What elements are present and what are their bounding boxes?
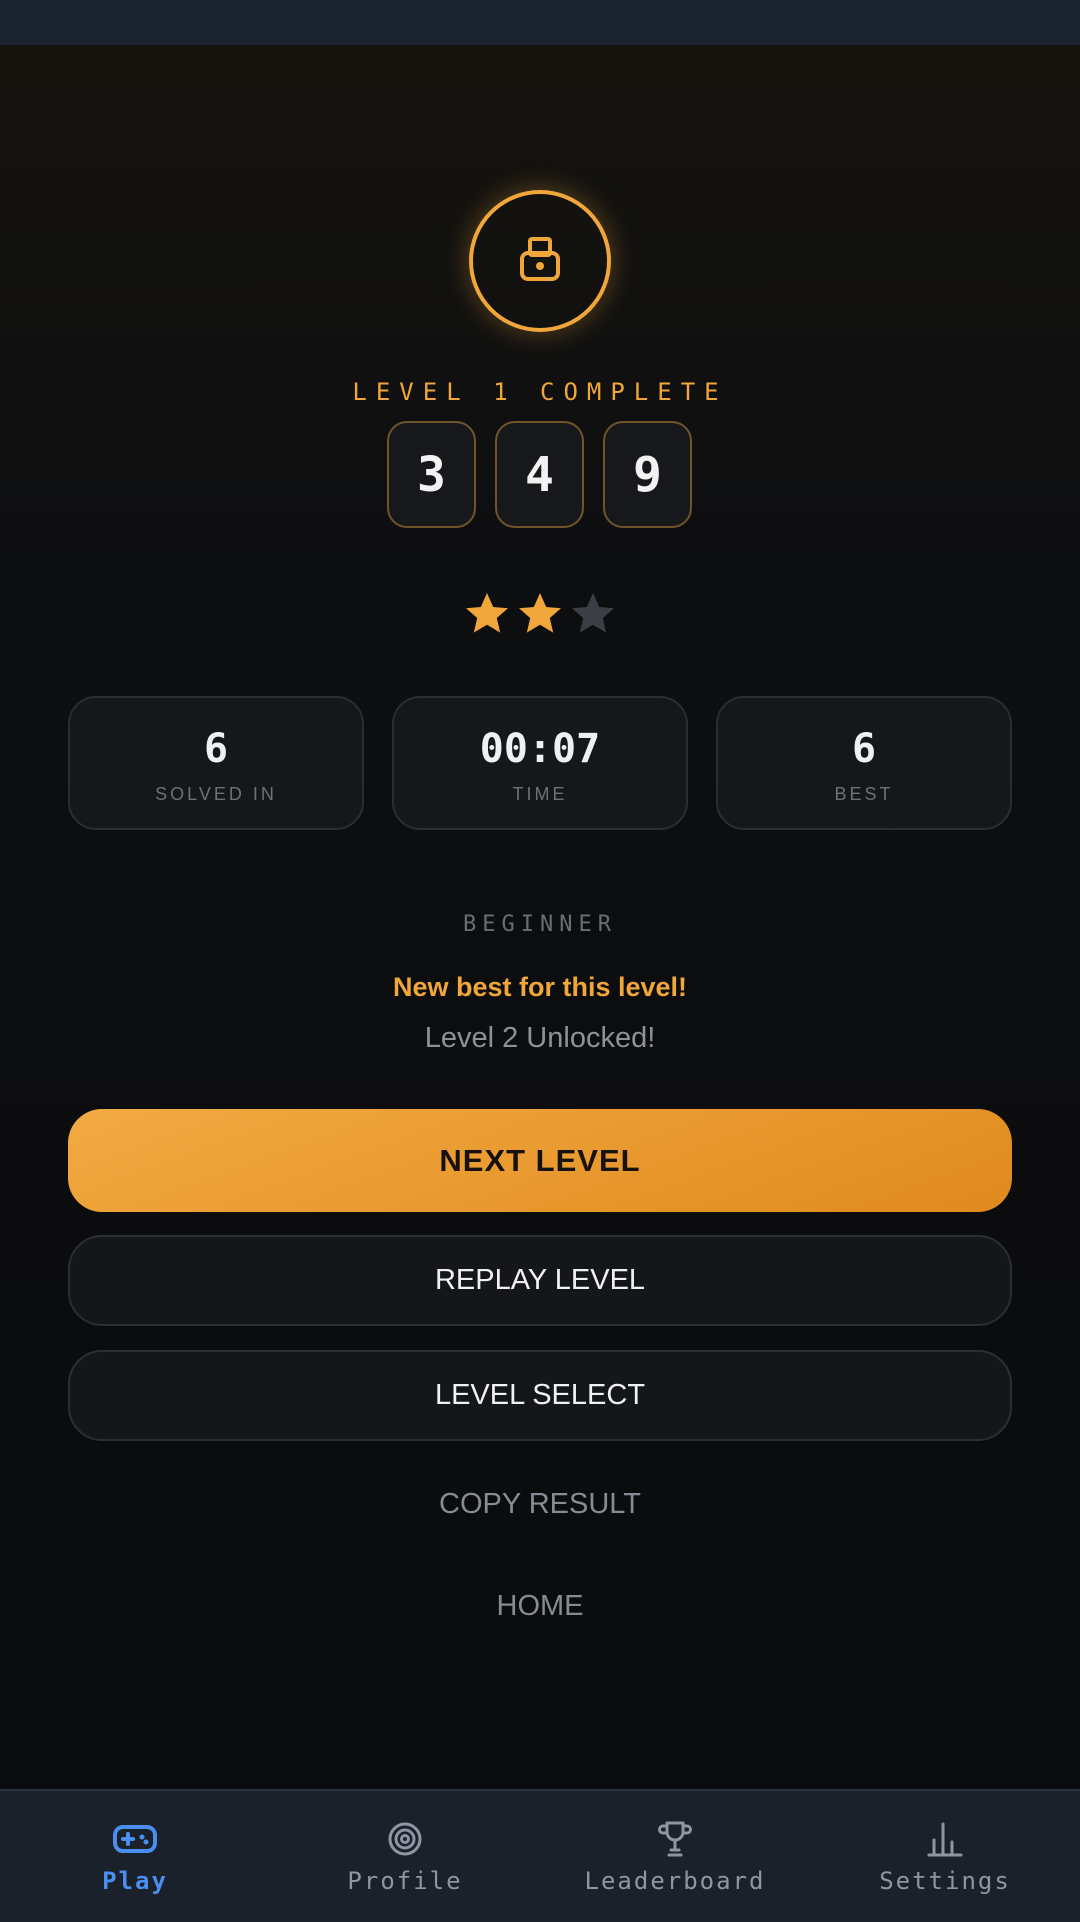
copy-result-button[interactable]: COPY RESULT [340,1474,740,1534]
stat-label: SOLVED IN [155,784,277,804]
result-digit: 4 [495,421,584,528]
tab-play[interactable]: Play [0,1791,270,1922]
home-button[interactable]: HOME [340,1576,740,1636]
tab-settings[interactable]: Settings [810,1791,1080,1922]
status-bar [0,0,1080,45]
stat-card-best: 6 BEST [716,696,1012,830]
bottom-tab-bar: Play Profile Leaderboard Settings [0,1789,1080,1922]
tab-label: Leaderboard [584,1867,766,1895]
difficulty-label: BEGINNER [463,912,617,937]
star-icon [519,593,561,633]
new-best-message: New best for this level! [392,972,688,1002]
stat-card-time: 00:07 TIME [392,696,688,830]
result-digit: 3 [387,421,476,528]
level-select-button[interactable]: LEVEL SELECT [68,1350,1012,1441]
gamepad-icon [103,1815,167,1863]
lock-badge [469,190,611,332]
star-icon [572,593,614,633]
target-icon [373,1815,437,1863]
stat-label: TIME [512,784,568,804]
tab-label: Play [102,1867,168,1895]
stat-label: BEST [834,784,894,804]
level-complete-heading: LEVEL 1 COMPLETE [352,378,728,406]
bar-chart-icon [913,1815,977,1863]
star-rating [0,590,1080,650]
result-digit: 9 [603,421,692,528]
tab-profile[interactable]: Profile [270,1791,540,1922]
trophy-icon [643,1815,707,1863]
stat-value: 6 [851,726,877,772]
stat-card-solved-in: 6 SOLVED IN [68,696,364,830]
unlock-message: Level 2 Unlocked! [424,1022,656,1054]
lock-icon [518,235,562,288]
star-icon [466,593,508,633]
stat-value: 00:07 [479,726,601,772]
tab-leaderboard[interactable]: Leaderboard [540,1791,810,1922]
stat-value: 6 [203,726,229,772]
replay-level-button[interactable]: REPLAY LEVEL [68,1235,1012,1326]
tab-label: Profile [347,1867,463,1895]
tab-label: Settings [879,1867,1011,1895]
next-level-button[interactable]: NEXT LEVEL [68,1109,1012,1212]
